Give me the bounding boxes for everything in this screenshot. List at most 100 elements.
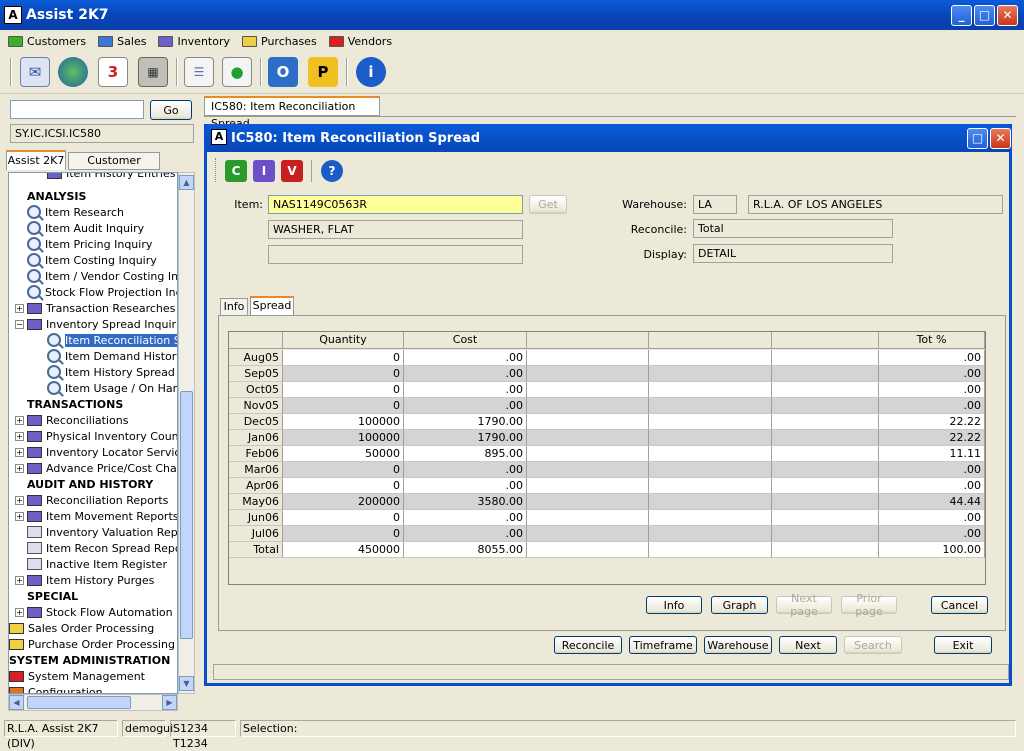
- table-cell[interactable]: [772, 398, 879, 414]
- table-cell[interactable]: 0: [283, 478, 404, 494]
- table-cell[interactable]: 0: [283, 382, 404, 398]
- reconcile-field[interactable]: Total: [693, 219, 893, 238]
- table-cell[interactable]: 22.22: [879, 430, 985, 446]
- table-cell[interactable]: .00: [879, 382, 985, 398]
- tree-item[interactable]: Inactive Item Register: [27, 556, 167, 572]
- tab-ic580[interactable]: IC580: Item Reconciliation Spread: [204, 96, 380, 130]
- tree-item[interactable]: Inventory Valuation Report: [27, 524, 177, 540]
- collapse-icon[interactable]: −: [15, 319, 24, 329]
- maximize-button[interactable]: □: [974, 5, 995, 26]
- exit-button[interactable]: Exit: [934, 636, 992, 654]
- grid-column-header[interactable]: [772, 332, 879, 349]
- scrollbar-thumb[interactable]: [180, 391, 193, 639]
- tree-item[interactable]: Purchase Order Processing: [9, 636, 175, 652]
- scroll-right-icon[interactable]: ▶: [162, 695, 177, 710]
- table-cell[interactable]: .00: [404, 398, 527, 414]
- table-cell[interactable]: 44.44: [879, 494, 985, 510]
- table-cell[interactable]: [649, 510, 772, 526]
- menu-sales[interactable]: Sales: [98, 35, 146, 48]
- table-cell[interactable]: .00: [404, 478, 527, 494]
- tree-item[interactable]: Item Research: [27, 204, 124, 220]
- table-cell[interactable]: [649, 350, 772, 366]
- table-cell[interactable]: [772, 510, 879, 526]
- table-cell[interactable]: [527, 510, 649, 526]
- expand-icon[interactable]: +: [15, 303, 24, 313]
- search-button[interactable]: Search: [844, 636, 902, 654]
- expand-icon[interactable]: +: [15, 463, 24, 473]
- outlook-icon[interactable]: O: [268, 57, 298, 87]
- minimize-button[interactable]: _: [951, 5, 972, 26]
- grid-column-header[interactable]: [649, 332, 772, 349]
- reconcile-button[interactable]: Reconcile: [554, 636, 622, 654]
- menu-inventory[interactable]: Inventory: [158, 35, 230, 48]
- table-cell[interactable]: [527, 462, 649, 478]
- table-cell[interactable]: [527, 366, 649, 382]
- table-cell[interactable]: .00: [879, 366, 985, 382]
- table-cell[interactable]: 22.22: [879, 414, 985, 430]
- table-cell[interactable]: [527, 414, 649, 430]
- tree-item[interactable]: Item / Vendor Costing Inqu: [27, 268, 177, 284]
- globe-icon[interactable]: [58, 57, 88, 87]
- table-cell[interactable]: [649, 398, 772, 414]
- table-cell[interactable]: 895.00: [404, 446, 527, 462]
- tab-info[interactable]: Info: [220, 298, 248, 315]
- tree-item[interactable]: − Inventory Spread Inquiries: [15, 316, 177, 332]
- timeframe-button[interactable]: Timeframe: [629, 636, 697, 654]
- table-cell[interactable]: .00: [404, 510, 527, 526]
- menu-customers[interactable]: Customers: [8, 35, 86, 48]
- table-cell[interactable]: 1790.00: [404, 430, 527, 446]
- v-tool-icon[interactable]: V: [281, 160, 303, 182]
- tree-item[interactable]: Sales Order Processing: [9, 620, 154, 636]
- table-cell[interactable]: [649, 542, 772, 558]
- grid-column-header[interactable]: Quantity: [283, 332, 404, 349]
- table-cell[interactable]: .00: [404, 382, 527, 398]
- tree-item[interactable]: + Advance Price/Cost Chang: [15, 460, 177, 476]
- scrollbar-thumb[interactable]: [27, 696, 131, 709]
- menu-purchases[interactable]: Purchases: [242, 35, 317, 48]
- table-cell[interactable]: .00: [879, 526, 985, 542]
- c-tool-icon[interactable]: C: [225, 160, 247, 182]
- tree-item[interactable]: Item Usage / On Hand: [47, 380, 177, 396]
- table-cell[interactable]: .00: [404, 462, 527, 478]
- table-cell[interactable]: [772, 542, 879, 558]
- table-cell[interactable]: .00: [879, 398, 985, 414]
- table-cell[interactable]: [649, 478, 772, 494]
- table-cell[interactable]: [527, 382, 649, 398]
- tab-spread[interactable]: Spread: [250, 296, 294, 316]
- next-page-button[interactable]: Next page: [776, 592, 832, 618]
- expand-icon[interactable]: +: [15, 431, 24, 441]
- table-cell[interactable]: 200000: [283, 494, 404, 510]
- scroll-down-icon[interactable]: ▼: [179, 676, 194, 691]
- tree-item[interactable]: Stock Flow Projection Inqui: [27, 284, 177, 300]
- tree-item[interactable]: Configuration: [9, 684, 103, 693]
- dialog-maximize-button[interactable]: □: [967, 128, 988, 149]
- table-cell[interactable]: [527, 398, 649, 414]
- table-cell[interactable]: .00: [404, 350, 527, 366]
- warehouse-code-field[interactable]: LA: [693, 195, 737, 214]
- tree-item[interactable]: Item Demand History S: [47, 348, 177, 364]
- cancel-button[interactable]: Cancel: [931, 596, 988, 614]
- table-cell[interactable]: [649, 366, 772, 382]
- tree-item[interactable]: + Item History Purges: [15, 572, 154, 588]
- table-cell[interactable]: [527, 542, 649, 558]
- table-cell[interactable]: .00: [879, 478, 985, 494]
- table-cell[interactable]: 450000: [283, 542, 404, 558]
- table-cell[interactable]: .00: [879, 350, 985, 366]
- prior-page-button[interactable]: Prior page: [841, 592, 897, 618]
- mail-icon[interactable]: ✉: [20, 57, 50, 87]
- table-cell[interactable]: 100.00: [879, 542, 985, 558]
- table-cell[interactable]: [772, 414, 879, 430]
- tree-horizontal-scrollbar[interactable]: ◀ ▶: [8, 694, 178, 711]
- tree-item[interactable]: + Reconciliation Reports: [15, 492, 168, 508]
- warehouse-button[interactable]: Warehouse: [704, 636, 772, 654]
- grid-column-header[interactable]: [229, 332, 283, 349]
- table-cell[interactable]: [772, 430, 879, 446]
- scroll-up-icon[interactable]: ▲: [179, 175, 194, 190]
- table-cell[interactable]: .00: [879, 462, 985, 478]
- table-cell[interactable]: [527, 446, 649, 462]
- contacts-icon[interactable]: ☰: [184, 57, 214, 87]
- dialog-close-button[interactable]: ✕: [990, 128, 1011, 149]
- table-cell[interactable]: [772, 478, 879, 494]
- next-button[interactable]: Next: [779, 636, 837, 654]
- table-cell[interactable]: 0: [283, 462, 404, 478]
